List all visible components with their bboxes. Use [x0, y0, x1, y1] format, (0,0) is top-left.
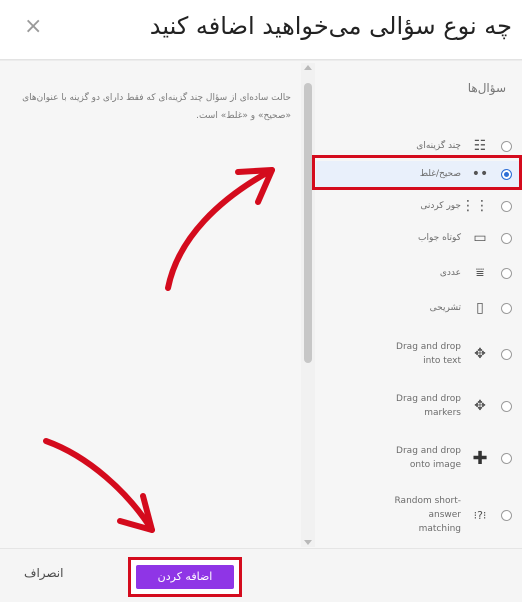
- selected-option-highlight: [312, 155, 522, 190]
- question-option-label: تشریحی: [429, 303, 461, 313]
- radio-button[interactable]: [501, 302, 512, 314]
- dialog-body: حالت ساده‌ای از سؤال چند گزینه‌ای که فقط…: [0, 60, 522, 549]
- question-option-randomsamatch[interactable]: ⁝?⁝ Random short-answer matching: [316, 489, 522, 541]
- random-icon: ⁝?⁝: [473, 508, 487, 522]
- add-button-highlight: اضافه کردن: [128, 557, 242, 597]
- question-option-label: Drag and drop into text: [396, 342, 461, 366]
- move-icon: ✥: [474, 398, 486, 414]
- add-button[interactable]: اضافه کردن: [136, 565, 234, 589]
- radio-button[interactable]: [501, 232, 512, 244]
- list-icon: ☷: [473, 138, 487, 154]
- scroll-thumb[interactable]: [304, 83, 312, 363]
- close-icon[interactable]: ×: [24, 14, 42, 39]
- radio-button[interactable]: [501, 140, 512, 152]
- question-option-numerical[interactable]: ⩸ عددی: [316, 262, 522, 284]
- question-option-shortanswer[interactable]: ▭ کوتاه جواب: [316, 227, 522, 249]
- description-pane: حالت ساده‌ای از سؤال چند گزینه‌ای که فقط…: [0, 61, 305, 549]
- line-icon: ▭: [473, 230, 487, 246]
- radio-button[interactable]: [501, 200, 512, 212]
- questions-section-title: سؤال‌ها: [467, 81, 506, 95]
- question-description: حالت ساده‌ای از سؤال چند گزینه‌ای که فقط…: [22, 93, 291, 121]
- radio-button[interactable]: [501, 452, 512, 464]
- scroll-down-icon[interactable]: [304, 540, 312, 545]
- grid-icon: ⋮⋮: [461, 198, 489, 214]
- question-option-label: جور کردنی: [420, 201, 461, 211]
- dialog-header: چه نوع سؤالی می‌خواهید اضافه کنید ×: [0, 0, 522, 60]
- dialog-title: چه نوع سؤالی می‌خواهید اضافه کنید: [149, 12, 512, 40]
- question-option-multichoice[interactable]: ☷ چند گزینه‌ای: [316, 135, 522, 157]
- radio-button[interactable]: [501, 267, 512, 279]
- question-option-label: عددی: [439, 268, 461, 278]
- question-option-label: کوتاه جواب: [418, 233, 461, 243]
- radio-button[interactable]: [501, 509, 512, 521]
- dialog-footer: انصراف اضافه کردن: [0, 548, 522, 602]
- numeric-icon: ⩸: [475, 265, 485, 281]
- question-list-scrollbar[interactable]: [301, 63, 315, 547]
- move-icon: ✥: [474, 346, 486, 362]
- question-option-label: Random short-answer matching: [394, 496, 462, 534]
- question-option-ddmarker[interactable]: ✥ Drag and drop markers: [316, 387, 522, 425]
- question-option-essay[interactable]: ▯ تشریحی: [316, 297, 522, 319]
- question-option-ddwtos[interactable]: ✥ Drag and drop into text: [316, 335, 522, 373]
- question-option-label: Drag and drop markers: [396, 394, 461, 418]
- plus-icon: ✚: [472, 447, 488, 469]
- question-option-label: Drag and drop onto image: [396, 446, 461, 470]
- cancel-button[interactable]: انصراف: [24, 566, 63, 580]
- question-option-label: چند گزینه‌ای: [416, 141, 461, 151]
- radio-button[interactable]: [501, 348, 512, 360]
- scroll-up-icon[interactable]: [304, 65, 312, 70]
- doc-icon: ▯: [476, 300, 484, 316]
- question-type-dialog: چه نوع سؤالی می‌خواهید اضافه کنید × حالت…: [0, 0, 522, 602]
- radio-button[interactable]: [501, 400, 512, 412]
- question-list: سؤال‌ها ☷ چند گزینه‌ای •• صحیح/غلط ⋮⋮ جو…: [316, 61, 522, 549]
- question-option-match[interactable]: ⋮⋮ جور کردنی: [316, 195, 522, 217]
- question-option-ddimageortext[interactable]: ✚ Drag and drop onto image: [316, 439, 522, 477]
